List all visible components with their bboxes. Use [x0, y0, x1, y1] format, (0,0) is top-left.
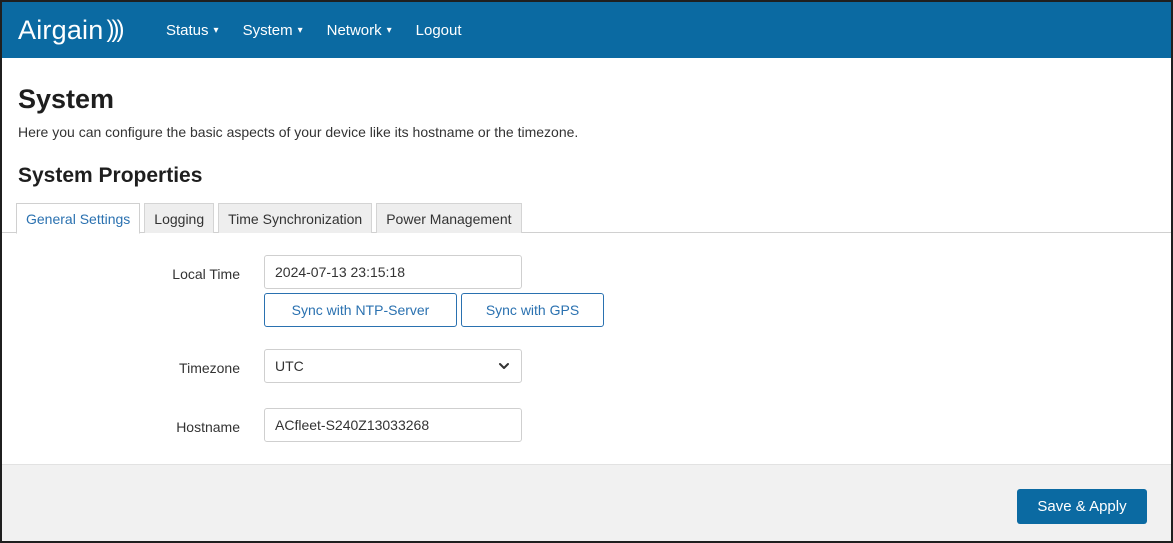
- brand-name: Airgain: [18, 14, 104, 45]
- app-window: Airgain))) Status ▾ System ▾ Network ▾ L…: [0, 0, 1173, 543]
- hostname-input[interactable]: ACfleet-S240Z13033268: [264, 408, 522, 442]
- caret-down-icon: ▾: [386, 24, 392, 36]
- tab-power-management[interactable]: Power Management: [376, 203, 522, 233]
- sync-gps-button[interactable]: Sync with GPS: [461, 293, 604, 327]
- menu-status-label: Status: [166, 21, 209, 39]
- tab-time-synchronization[interactable]: Time Synchronization: [218, 203, 373, 233]
- form-footer: [2, 464, 1171, 541]
- menu-system[interactable]: System ▾: [243, 22, 303, 39]
- menu-status[interactable]: Status ▾: [166, 22, 219, 39]
- caret-down-icon: ▾: [297, 24, 303, 36]
- caret-down-icon: ▾: [213, 24, 219, 36]
- hostname-value: ACfleet-S240Z13033268: [275, 417, 430, 433]
- local-time-label: Local Time: [172, 266, 240, 282]
- top-navbar: Airgain))) Status ▾ System ▾ Network ▾ L…: [2, 2, 1171, 58]
- chevron-down-icon: [499, 363, 509, 369]
- timezone-value: UTC: [275, 358, 304, 374]
- tab-general-settings[interactable]: General Settings: [16, 203, 141, 234]
- main-menu: Status ▾ System ▾ Network ▾ Logout: [166, 2, 486, 58]
- section-title: System Properties: [18, 164, 203, 187]
- menu-network-label: Network: [326, 21, 382, 39]
- save-apply-button[interactable]: Save & Apply: [1017, 489, 1147, 524]
- menu-network[interactable]: Network ▾: [327, 22, 392, 39]
- menu-logout[interactable]: Logout: [416, 22, 462, 39]
- tab-logging[interactable]: Logging: [144, 203, 215, 233]
- local-time-field: 2024-07-13 23:15:18: [264, 255, 522, 289]
- brand-logo[interactable]: Airgain))): [18, 12, 124, 48]
- timezone-select[interactable]: UTC: [264, 349, 522, 383]
- hostname-label: Hostname: [176, 419, 240, 435]
- tab-bar: General Settings Logging Time Synchroniz…: [16, 203, 526, 234]
- wireless-waves-icon: ))): [106, 16, 124, 43]
- menu-system-label: System: [242, 21, 293, 39]
- sync-ntp-button[interactable]: Sync with NTP-Server: [264, 293, 457, 327]
- page-title: System: [18, 84, 115, 114]
- menu-logout-label: Logout: [415, 21, 462, 39]
- timezone-label: Timezone: [179, 360, 240, 376]
- page-description: Here you can configure the basic aspects…: [18, 124, 579, 140]
- local-time-value: 2024-07-13 23:15:18: [275, 264, 405, 280]
